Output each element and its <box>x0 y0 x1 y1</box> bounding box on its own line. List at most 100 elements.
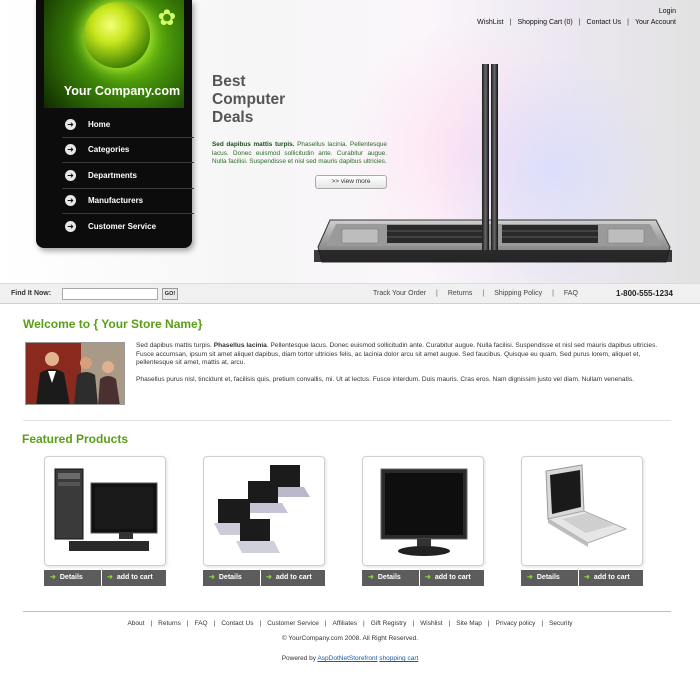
nav-label: Home <box>88 119 111 129</box>
add-to-cart-button[interactable]: ➜ add to cart <box>261 570 325 586</box>
your-account-link[interactable]: Your Account <box>635 19 676 26</box>
wishlist-link[interactable]: WishList <box>477 19 503 26</box>
details-button[interactable]: ➜ Details <box>203 570 260 586</box>
arrow-right-icon: ➜ <box>266 574 272 581</box>
footer-link-contact-us[interactable]: Contact Us <box>221 620 253 627</box>
separator: | <box>541 620 544 627</box>
product-buttons: ➜ Details ➜ add to cart <box>362 570 484 586</box>
faq-link[interactable]: FAQ <box>564 290 578 297</box>
laptop-illustration <box>314 64 672 263</box>
welcome-paragraph-2: Phasellus purus nisl, tincidunt et, faci… <box>136 376 635 383</box>
nav-label: Manufacturers <box>88 196 144 206</box>
add-to-cart-button[interactable]: ➜ add to cart <box>579 570 643 586</box>
product-card: ➜ Details ➜ add to cart <box>362 456 484 586</box>
footer-link-customer-service[interactable]: Customer Service <box>267 620 319 627</box>
arrow-right-icon: ➜ <box>584 574 590 581</box>
separator: | <box>324 620 327 627</box>
arrow-right-icon: ➜ <box>65 144 76 156</box>
business-people-photo <box>25 342 125 405</box>
powered-by: Powered by AspDotNetStorefront shopping … <box>0 655 700 662</box>
product-buttons: ➜ Details ➜ add to cart <box>521 570 643 586</box>
product-image-frame[interactable] <box>44 456 166 566</box>
track-order-link[interactable]: Track Your Order <box>373 290 426 297</box>
arrow-right-icon: ➜ <box>107 574 113 581</box>
details-label: Details <box>377 574 401 581</box>
footer-link-affiliates[interactable]: Affiliates <box>333 620 357 627</box>
arrow-right-icon: ➜ <box>527 574 533 581</box>
search-input[interactable] <box>62 288 158 300</box>
leaf-icon: ✿ <box>157 6 177 31</box>
arrow-right-icon: ➜ <box>65 169 76 181</box>
hero-banner: ✿ Your Company.com ➜ Home ➜ Categories ➜… <box>0 0 700 283</box>
footer-link-returns[interactable]: Returns <box>158 620 181 627</box>
footer-link-privacy-policy[interactable]: Privacy policy <box>496 620 536 627</box>
product-image-frame[interactable] <box>521 456 643 566</box>
welcome-text-bold: Phasellus lacinia <box>213 342 267 349</box>
footer-link-wishlist[interactable]: Wishlist <box>420 620 442 627</box>
details-label: Details <box>536 574 560 581</box>
details-button[interactable]: ➜ Details <box>44 570 101 586</box>
nav-item-departments[interactable]: ➜ Departments <box>62 163 194 189</box>
details-label: Details <box>218 574 242 581</box>
product-image-frame[interactable] <box>362 456 484 566</box>
nav-item-home[interactable]: ➜ Home <box>62 112 194 138</box>
people-image <box>26 343 124 404</box>
details-button[interactable]: ➜ Details <box>362 570 419 586</box>
separator: | <box>552 290 554 297</box>
separator: | <box>482 290 485 297</box>
utility-links: Track Your Order | Returns | Shipping Policy… <box>373 290 578 297</box>
product-card: ➜ Details ➜ add to cart <box>521 456 643 586</box>
welcome-paragraph-1: Sed dapibus mattis turpis. Phasellus lac… <box>136 342 674 368</box>
company-name[interactable]: Your Company.com <box>44 84 184 98</box>
globe-icon <box>84 2 150 68</box>
shopping-cart-link[interactable]: Shopping Cart (0) <box>517 19 572 26</box>
powered-prefix: Powered by <box>281 655 318 662</box>
hero-title-line: Deals <box>212 109 254 126</box>
arrow-right-icon: ➜ <box>209 574 215 581</box>
search-go-button[interactable]: GO! <box>162 288 178 300</box>
footer-link-faq[interactable]: FAQ <box>195 620 208 627</box>
hero-text-bold: Sed dapibus mattis turpis. <box>212 141 295 148</box>
add-to-cart-label: add to cart <box>116 574 153 581</box>
white-laptop-icon <box>526 461 640 563</box>
returns-link[interactable]: Returns <box>448 290 473 297</box>
logo-area[interactable]: ✿ Your Company.com <box>44 0 184 108</box>
footer-link-site-map[interactable]: Site Map <box>456 620 482 627</box>
arrow-right-icon: ➜ <box>368 574 374 581</box>
contact-us-link[interactable]: Contact Us <box>587 19 622 26</box>
add-to-cart-button[interactable]: ➜ add to cart <box>420 570 484 586</box>
add-to-cart-button[interactable]: ➜ add to cart <box>102 570 166 586</box>
separator: | <box>627 19 629 26</box>
main-nav: ➜ Home ➜ Categories ➜ Departments ➜ Manu… <box>62 112 194 240</box>
shopping-cart-link[interactable]: shopping cart <box>379 655 418 662</box>
separator: | <box>412 620 415 627</box>
product-image-frame[interactable] <box>203 456 325 566</box>
nav-label: Customer Service <box>88 222 157 232</box>
phone-number: 1-800-555-1234 <box>616 289 673 298</box>
nav-label: Categories <box>88 145 130 155</box>
footer-link-security[interactable]: Security <box>549 620 572 627</box>
welcome-title: Welcome to { Your Store Name} <box>23 317 203 331</box>
footer-link-about[interactable]: About <box>127 620 144 627</box>
separator: | <box>448 620 451 627</box>
desktop-tower-icon <box>49 461 163 563</box>
separator: | <box>150 620 153 627</box>
footer-link-gift-registry[interactable]: Gift Registry <box>371 620 407 627</box>
nav-item-manufacturers[interactable]: ➜ Manufacturers <box>62 189 194 214</box>
footer-links: About | Returns | FAQ | Contact Us | Customer Se… <box>0 620 700 627</box>
brand-panel: ✿ Your Company.com ➜ Home ➜ Categories ➜… <box>36 0 194 248</box>
login-link[interactable]: Login <box>659 8 676 15</box>
separator: | <box>186 620 189 627</box>
details-button[interactable]: ➜ Details <box>521 570 578 586</box>
arrow-right-icon: ➜ <box>65 118 76 130</box>
separator: | <box>578 19 581 26</box>
nav-item-categories[interactable]: ➜ Categories <box>62 138 194 163</box>
separator: | <box>436 290 438 297</box>
nav-item-customer-service[interactable]: ➜ Customer Service <box>62 214 194 240</box>
hero-title-line: Best <box>212 73 246 90</box>
shipping-policy-link[interactable]: Shipping Policy <box>494 290 542 297</box>
aspdotnetstorefront-link[interactable]: AspDotNetStorefront <box>317 655 377 662</box>
separator: | <box>509 19 512 26</box>
welcome-text: Sed dapibus mattis turpis. <box>136 342 214 349</box>
divider <box>23 420 671 421</box>
